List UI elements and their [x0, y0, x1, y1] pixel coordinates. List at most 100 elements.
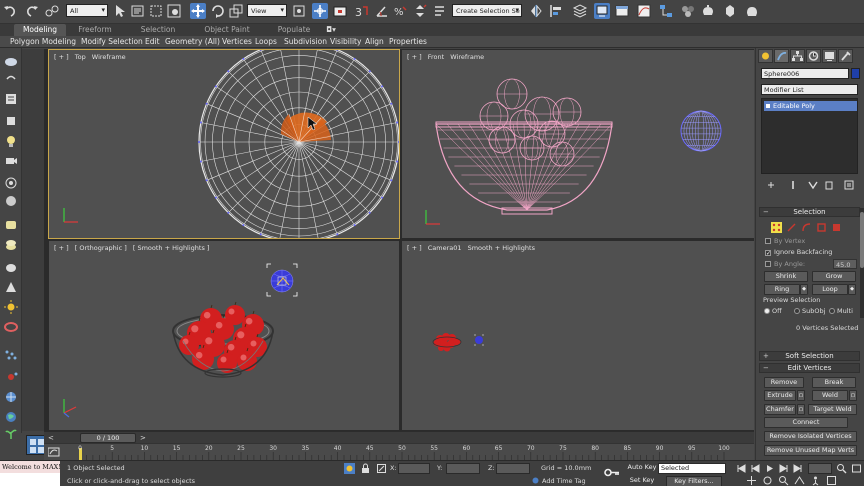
chamfer-button[interactable]: Chamfer [764, 404, 796, 415]
preview-multi-radio[interactable]: Multi [829, 307, 853, 316]
ribbon-align[interactable]: Align [365, 36, 384, 48]
fruit-bowl-camera[interactable] [432, 333, 462, 352]
stack-item-editable-poly[interactable]: Editable Poly [764, 101, 857, 111]
viewport-camera-name[interactable]: Camera01 [428, 244, 462, 252]
weld-button[interactable]: Weld [812, 390, 848, 401]
viewport-ortho-name[interactable]: [ Orthographic ] [75, 244, 127, 252]
weld-settings-button[interactable]: ▫ [849, 390, 857, 401]
viewport-top-name[interactable]: Top [75, 53, 86, 61]
redo-icon[interactable] [24, 3, 40, 19]
edit-vertices-rollout-header[interactable]: Edit Vertices [759, 363, 860, 373]
remove-unused-map-verts-button[interactable]: Remove Unused Map Verts [764, 445, 857, 456]
pin-stack-icon[interactable] [765, 179, 777, 191]
layer-explorer-icon[interactable] [594, 3, 610, 19]
modify-tab-icon[interactable] [774, 49, 789, 63]
break-button[interactable]: Break [812, 377, 856, 388]
sun-icon[interactable] [3, 300, 19, 314]
auto-key-button[interactable]: Auto Key [627, 463, 657, 474]
keyboard-shortcut-override-icon[interactable] [332, 3, 348, 19]
maximize-viewport-icon[interactable] [826, 475, 837, 486]
toggle-ribbon-icon[interactable] [614, 3, 630, 19]
torus-icon[interactable] [3, 320, 19, 334]
ignore-backfacing-checkbox[interactable]: ✓ Ignore Backfacing [765, 248, 832, 257]
sphere-selected-ortho[interactable] [266, 263, 298, 297]
reference-coordinate-dropdown[interactable]: View [247, 4, 287, 17]
preview-subobj-radio[interactable]: SubObj [794, 307, 825, 316]
spinner-snap-icon[interactable] [412, 3, 428, 19]
by-angle-spinner[interactable]: 45.0 [833, 259, 857, 269]
loop-spinner[interactable]: ◆ [848, 284, 856, 295]
angle-snap-icon[interactable] [374, 3, 390, 19]
y-coordinate-field[interactable] [446, 463, 480, 474]
select-rotate-icon[interactable] [210, 3, 226, 19]
display-tab-icon[interactable] [822, 49, 837, 63]
shrink-button[interactable]: Shrink [764, 271, 808, 282]
hierarchy-tab-icon[interactable] [790, 49, 805, 63]
viewport-camera[interactable]: [ + ] Camera01 Smooth + Highlights [402, 241, 754, 430]
configure-modifier-sets-icon[interactable] [843, 179, 855, 191]
ribbon-tab-modeling[interactable]: Modeling [14, 24, 66, 36]
x-coordinate-field[interactable] [398, 463, 430, 474]
time-slider-prev-icon[interactable]: < [48, 433, 62, 443]
make-unique-icon[interactable] [807, 179, 819, 191]
camera-icon[interactable] [3, 154, 19, 168]
pan-view-icon[interactable] [746, 475, 757, 486]
light-icon[interactable] [3, 134, 19, 148]
utilities-tab-icon[interactable] [838, 49, 853, 63]
selection-lock-icon[interactable] [360, 463, 371, 474]
extrude-button[interactable]: Extrude [764, 390, 796, 401]
render-production-icon[interactable] [744, 3, 760, 19]
connect-button[interactable]: Connect [764, 417, 848, 428]
command-panel-scrollbar[interactable] [860, 208, 864, 318]
field-of-view-icon[interactable] [794, 475, 805, 486]
viewport-camera-label[interactable]: [ + ] Camera01 Smooth + Highlights [407, 244, 539, 252]
ribbon-subdivision[interactable]: Subdivision [284, 36, 327, 48]
ribbon-options-icon[interactable]: ◘▾ [324, 24, 338, 36]
zoom-extents-icon[interactable] [836, 463, 847, 474]
ribbon-tab-selection[interactable]: Selection [132, 24, 184, 36]
motion-tab-icon[interactable] [806, 49, 821, 63]
select-move-icon[interactable] [190, 3, 206, 19]
element-subobject-icon[interactable] [831, 222, 842, 233]
ribbon-geometry-all[interactable]: Geometry (All) [165, 36, 220, 48]
maxscript-listener[interactable]: Welcome to MAX! [0, 461, 60, 486]
cloud-icon[interactable] [3, 54, 19, 68]
by-vertex-checkbox[interactable]: By Vertex [765, 237, 805, 246]
schematic-view-icon[interactable] [658, 3, 674, 19]
unlink-icon[interactable] [44, 3, 60, 19]
box-icon[interactable] [3, 114, 19, 128]
ribbon-vertices[interactable]: Vertices [222, 36, 252, 48]
time-slider[interactable]: < 0 / 100 > [44, 431, 754, 443]
viewport-layout-button[interactable] [26, 435, 46, 455]
previous-frame-icon[interactable] [750, 463, 761, 474]
object-name-field[interactable]: Sphere006 [761, 68, 849, 79]
render-setup-icon[interactable] [700, 3, 716, 19]
maxscript-input-line[interactable] [0, 474, 60, 486]
zoom-icon[interactable] [778, 475, 789, 486]
snaps-toggle-icon[interactable]: 3 [354, 3, 370, 19]
mirror-icon[interactable] [528, 3, 544, 19]
viewport-camera-plus[interactable]: [ + ] [407, 244, 422, 252]
viewport-top[interactable]: [ + ] Top Wireframe [48, 49, 400, 239]
target-weld-button[interactable]: Target Weld [808, 404, 857, 415]
border-subobject-icon[interactable] [801, 222, 812, 233]
geosphere-icon[interactable] [3, 218, 19, 232]
edge-subobject-icon[interactable] [786, 222, 797, 233]
selection-rollout-header[interactable]: Selection [759, 207, 860, 217]
select-manipulate-icon[interactable] [312, 3, 328, 19]
remove-modifier-icon[interactable] [823, 179, 835, 191]
grow-button[interactable]: Grow [812, 271, 856, 282]
sphere-icon[interactable] [3, 194, 19, 208]
absolute-mode-icon[interactable] [376, 463, 387, 474]
create-tab-icon[interactable] [758, 49, 773, 63]
next-frame-icon[interactable] [778, 463, 789, 474]
polygon-subobject-icon[interactable] [816, 222, 827, 233]
region-select-icon[interactable] [148, 3, 164, 19]
undo-icon[interactable] [2, 3, 18, 19]
undo-scene-icon[interactable] [3, 72, 19, 86]
ribbon-tab-populate[interactable]: Populate [268, 24, 320, 36]
cylinder-icon[interactable] [3, 238, 19, 252]
set-key-button[interactable]: Set Key [627, 476, 657, 486]
viewport-ortho-label[interactable]: [ + ] [ Orthographic ] [ Smooth + Highli… [54, 244, 213, 252]
key-filters-button[interactable]: Key Filters... [666, 476, 722, 486]
